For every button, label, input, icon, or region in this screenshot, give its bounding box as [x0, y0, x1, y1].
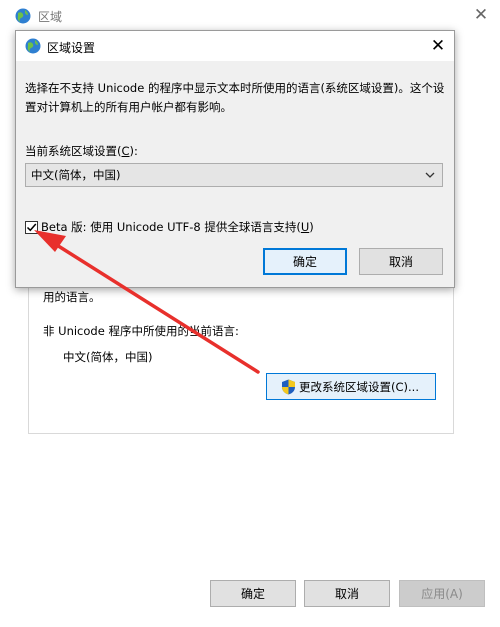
globe-icon: [15, 8, 31, 24]
chevron-down-icon: [425, 172, 435, 178]
non-unicode-label: 非 Unicode 程序中所使用的当前语言:: [43, 324, 239, 338]
cancel-button[interactable]: 取消: [304, 580, 390, 607]
selected-locale: 中文(简体，中国): [31, 168, 121, 182]
current-language-value: 中文(简体，中国): [63, 350, 153, 364]
uac-shield-icon: [282, 379, 295, 394]
beta-utf8-checkbox[interactable]: [25, 220, 38, 234]
apply-button[interactable]: 应用(A): [399, 580, 485, 607]
globe-icon: [25, 38, 41, 54]
dialog-title: 区域设置: [47, 41, 96, 55]
dialog-titlebar: 区域设置 ✕: [16, 31, 454, 61]
close-icon[interactable]: ✕: [466, 2, 496, 28]
beta-utf8-option[interactable]: Beta 版: 使用 Unicode UTF-8 提供全球语言支持(U): [25, 219, 314, 235]
current-locale-label: 当前系统区域设置(C):: [25, 144, 138, 158]
change-system-locale-label: 更改系统区域设置(C)...: [299, 379, 419, 394]
close-icon[interactable]: ✕: [424, 33, 452, 59]
dialog-cancel-button[interactable]: 取消: [359, 248, 443, 275]
dialog-description: 选择在不支持 Unicode 的程序中显示文本时所使用的语言(系统区域设置)。这…: [25, 81, 445, 114]
partial-description-text: 用的语言。: [43, 290, 101, 304]
region-settings-dialog: 区域设置 ✕ 选择在不支持 Unicode 的程序中显示文本时所使用的语言(系统…: [15, 30, 455, 288]
dialog-ok-button[interactable]: 确定: [263, 248, 347, 275]
change-system-locale-button[interactable]: 更改系统区域设置(C)...: [266, 373, 436, 400]
beta-utf8-label: Beta 版: 使用 Unicode UTF-8 提供全球语言支持(U): [41, 220, 314, 234]
window-title: 区域: [38, 10, 63, 24]
region-window-titlebar: 区域 ✕: [0, 0, 500, 31]
checkmark-icon: [26, 223, 37, 231]
system-locale-dropdown[interactable]: 中文(简体，中国): [25, 163, 443, 187]
ok-button[interactable]: 确定: [210, 580, 296, 607]
